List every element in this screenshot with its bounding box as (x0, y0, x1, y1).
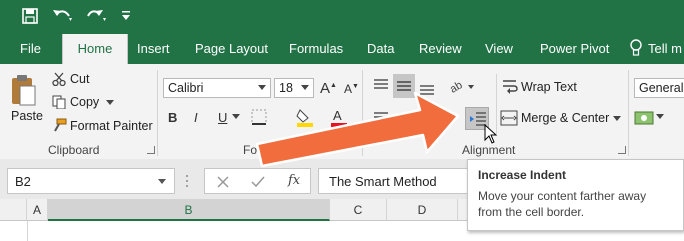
middle-align-icon (397, 81, 411, 91)
ribbon-divider (157, 70, 158, 156)
cut-button[interactable]: Cut (70, 72, 89, 86)
tab-view[interactable]: View (485, 41, 513, 56)
clipboard-launcher-icon[interactable] (147, 146, 155, 154)
copy-button[interactable]: Copy (70, 95, 99, 109)
tab-formulas[interactable]: Formulas (289, 41, 343, 56)
underline-button[interactable]: U (218, 110, 227, 125)
increase-font-size-button[interactable]: A▲ (320, 80, 337, 97)
font-group-label: Fo (243, 143, 258, 157)
wrap-text-button[interactable]: Wrap Text (521, 80, 577, 94)
merge-dropdown-icon[interactable] (613, 116, 621, 122)
column-header-c[interactable]: C (330, 199, 387, 221)
chevron-down-icon (301, 85, 309, 90)
middle-align-button[interactable] (393, 74, 415, 98)
tab-file[interactable]: File (20, 41, 41, 56)
copy-icon[interactable] (52, 95, 66, 109)
tooltip-body-line1: Move your content farther away (478, 189, 647, 203)
svg-text:ab: ab (449, 79, 465, 95)
ribbon-divider (628, 70, 629, 156)
tab-home[interactable]: Home (62, 34, 128, 64)
orientation-icon[interactable]: ab (449, 77, 475, 95)
formula-buttons: fx (204, 168, 311, 194)
lightbulb-icon (630, 39, 642, 56)
wrap-text-icon[interactable] (502, 78, 518, 94)
borders-icon[interactable] (250, 108, 270, 128)
column-header-b[interactable]: B (48, 199, 330, 221)
copy-dropdown-icon[interactable] (106, 100, 114, 106)
tell-me-search[interactable]: Tell m (648, 41, 682, 56)
tab-review[interactable]: Review (419, 41, 462, 56)
save-icon[interactable] (22, 8, 38, 24)
ribbon-divider (362, 70, 363, 156)
tab-page-layout[interactable]: Page Layout (195, 41, 268, 56)
tooltip-title: Increase Indent (478, 168, 567, 182)
column-header-a[interactable]: A (27, 199, 48, 221)
paste-button[interactable]: Paste (11, 109, 43, 123)
alignment-launcher-icon[interactable] (618, 146, 626, 154)
cut-icon[interactable] (52, 72, 66, 86)
insert-function-button[interactable]: fx (288, 173, 300, 188)
merge-center-icon[interactable] (500, 110, 518, 126)
bottom-align-icon[interactable] (418, 80, 436, 96)
underline-dropdown-icon[interactable] (232, 114, 240, 120)
tooltip-body-line2: from the cell border. (478, 205, 585, 219)
tab-insert[interactable]: Insert (137, 41, 170, 56)
cancel-icon[interactable] (217, 176, 229, 188)
tooltip: Increase Indent Move your content farthe… (467, 159, 684, 231)
tab-data[interactable]: Data (367, 41, 394, 56)
font-size-value: 18 (279, 81, 293, 95)
format-painter-button[interactable]: Format Painter (70, 119, 153, 133)
column-header-d[interactable]: D (387, 199, 458, 221)
tab-power-pivot[interactable]: Power Pivot (540, 41, 609, 56)
chevron-down-icon (258, 85, 266, 90)
mouse-cursor-icon (484, 124, 498, 144)
accounting-format-icon[interactable] (634, 108, 654, 128)
customize-qat-icon[interactable] (122, 11, 130, 21)
svg-text:A: A (333, 108, 342, 123)
undo-icon[interactable] (52, 8, 74, 24)
clipboard-group-label: Clipboard (48, 143, 100, 157)
number-format-combo[interactable]: General (634, 78, 684, 98)
tab-home-label: Home (77, 41, 113, 56)
font-name-value: Calibri (168, 81, 204, 95)
select-all-corner[interactable] (0, 199, 27, 221)
accounting-dropdown-icon[interactable] (656, 114, 664, 120)
number-format-value: General (639, 81, 684, 95)
formula-content: The Smart Method (329, 174, 437, 189)
name-box[interactable]: B2 (7, 168, 175, 194)
font-name-combo[interactable]: Calibri (163, 78, 271, 98)
redo-icon[interactable] (86, 8, 108, 24)
chevron-down-icon[interactable] (158, 179, 166, 184)
top-align-icon[interactable] (372, 78, 390, 94)
decrease-font-size-button[interactable]: A▼ (344, 82, 359, 96)
format-painter-icon[interactable] (51, 118, 67, 132)
fill-color-icon[interactable] (296, 108, 314, 128)
align-left-icon[interactable] (372, 110, 390, 126)
paste-icon[interactable] (10, 73, 36, 107)
bold-button[interactable]: B (168, 110, 177, 125)
gridline (27, 221, 28, 241)
name-box-value: B2 (15, 174, 31, 189)
grip-dots-icon (186, 175, 188, 187)
merge-center-button[interactable]: Merge & Center (521, 111, 609, 125)
font-size-combo[interactable]: 18 (274, 78, 314, 98)
italic-button[interactable]: I (194, 110, 198, 125)
quick-access-toolbar (0, 0, 684, 33)
font-color-icon[interactable]: A (330, 108, 348, 128)
alignment-group-label: Alignment (462, 143, 516, 157)
enter-check-icon[interactable] (251, 176, 265, 188)
